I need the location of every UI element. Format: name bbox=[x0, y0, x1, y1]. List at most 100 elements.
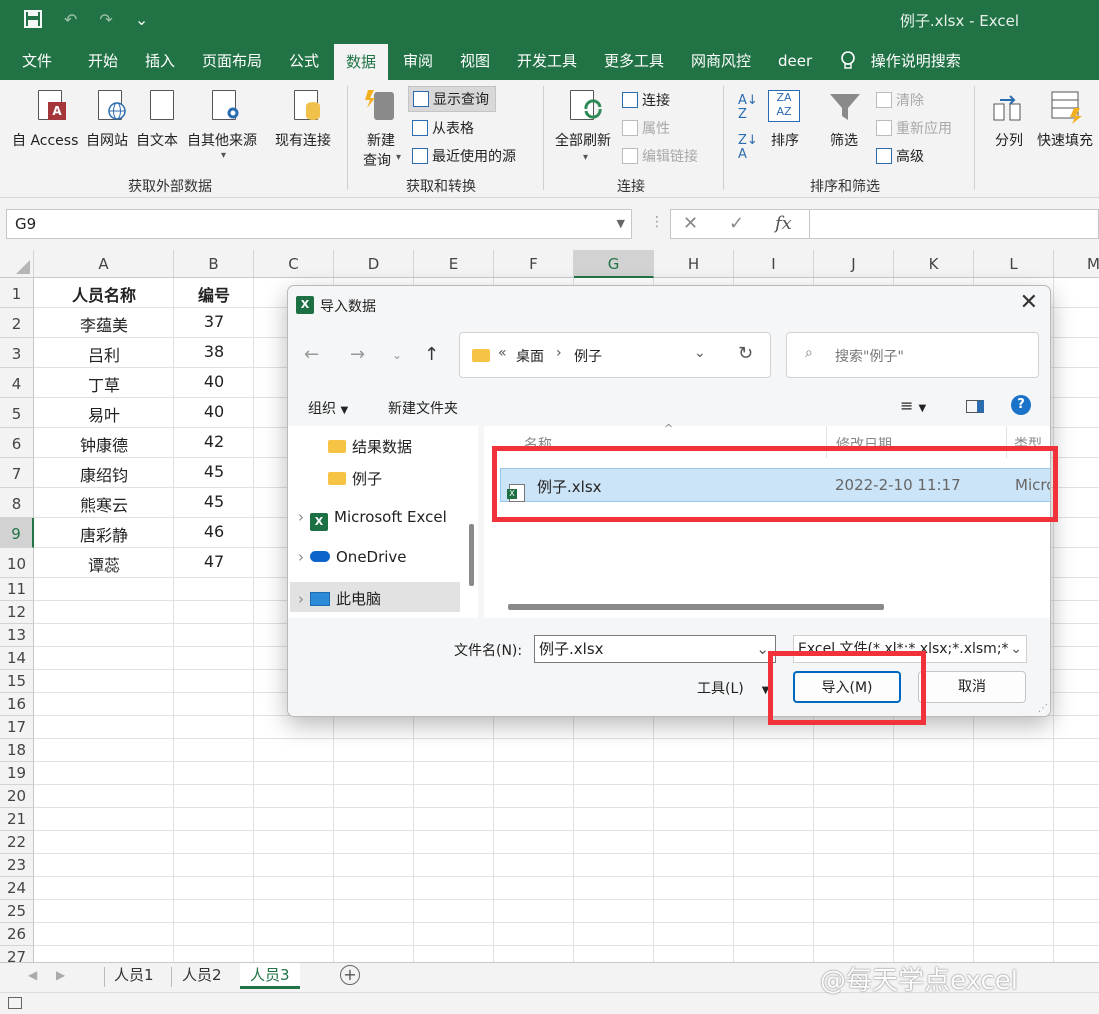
cancel-icon[interactable]: ✕ bbox=[683, 213, 698, 234]
new-query-label-2[interactable]: 查询 bbox=[363, 150, 391, 170]
chevron-down-icon[interactable]: ⌄ bbox=[1008, 636, 1022, 662]
cell-a6[interactable]: 钟康德 bbox=[34, 432, 174, 456]
nav-scrollbar[interactable] bbox=[469, 524, 474, 586]
existing-connections-button[interactable]: 现有连接 bbox=[275, 130, 331, 150]
advanced-button[interactable]: 高级 bbox=[876, 146, 924, 166]
column-header-d[interactable]: D bbox=[334, 250, 414, 278]
address-bar[interactable]: « 桌面 › 例子 ⌄ ↻ bbox=[459, 332, 771, 378]
cell-a1[interactable]: 人员名称 bbox=[34, 282, 174, 306]
view-options-icon[interactable]: ≡ ▼ bbox=[900, 396, 926, 415]
row-header-14[interactable]: 14 bbox=[0, 647, 34, 670]
sheet-tab-1[interactable]: 人员1 bbox=[114, 963, 154, 989]
cell-a8[interactable]: 熊寒云 bbox=[34, 492, 174, 516]
row-header-24[interactable]: 24 bbox=[0, 877, 34, 900]
column-header-g[interactable]: G bbox=[574, 250, 654, 278]
undo-icon[interactable]: ↶ bbox=[64, 10, 77, 32]
cell-b5[interactable]: 40 bbox=[174, 402, 254, 421]
sheet-tab-3[interactable]: 人员3 bbox=[240, 963, 300, 989]
from-text-button[interactable]: 自文本 bbox=[136, 130, 178, 150]
nav-item-result-data[interactable]: 结果数据 bbox=[328, 436, 412, 457]
select-all-corner[interactable] bbox=[0, 250, 34, 278]
row-header-19[interactable]: 19 bbox=[0, 762, 34, 785]
search-box[interactable]: ⌕ 搜索"例子" bbox=[786, 332, 1039, 378]
edit-links-button[interactable]: 编辑链接 bbox=[622, 146, 698, 166]
tab-insert[interactable]: 插入 bbox=[145, 42, 175, 80]
row-header-23[interactable]: 23 bbox=[0, 854, 34, 877]
row-header-1[interactable]: 1 bbox=[0, 278, 34, 308]
row-header-25[interactable]: 25 bbox=[0, 900, 34, 923]
tab-developer[interactable]: 开发工具 bbox=[517, 42, 577, 80]
tab-page-layout[interactable]: 页面布局 bbox=[202, 42, 262, 80]
row-header-11[interactable]: 11 bbox=[0, 578, 34, 601]
cell-a5[interactable]: 易叶 bbox=[34, 402, 174, 426]
show-queries-button[interactable]: 显示查询 bbox=[408, 86, 496, 112]
column-header-m[interactable]: M bbox=[1054, 250, 1099, 278]
search-input[interactable]: 搜索"例子" bbox=[835, 346, 904, 366]
tab-view[interactable]: 视图 bbox=[460, 42, 490, 80]
row-header-9[interactable]: 9 bbox=[0, 518, 34, 548]
close-icon[interactable]: ✕ bbox=[1020, 290, 1038, 315]
tools-button[interactable]: 工具(L) ▼ bbox=[697, 678, 769, 698]
redo-icon[interactable]: ↷ bbox=[99, 10, 112, 32]
help-icon[interactable]: ? bbox=[1011, 395, 1031, 415]
row-header-5[interactable]: 5 bbox=[0, 398, 34, 428]
name-box[interactable]: G9 ▼ bbox=[6, 209, 632, 239]
nav-item-this-pc[interactable]: › 此电脑 bbox=[290, 582, 460, 612]
nav-item-example[interactable]: 例子 bbox=[328, 468, 382, 489]
new-folder-button[interactable]: 新建文件夹 bbox=[388, 398, 458, 418]
breadcrumb-desktop[interactable]: 桌面 bbox=[516, 346, 544, 366]
column-header-h[interactable]: H bbox=[654, 250, 734, 278]
resize-grip-icon[interactable]: ⋰ bbox=[1038, 703, 1048, 714]
column-header-k[interactable]: K bbox=[894, 250, 974, 278]
row-header-22[interactable]: 22 bbox=[0, 831, 34, 854]
refresh-icon[interactable]: ↻ bbox=[738, 343, 753, 364]
row-header-12[interactable]: 12 bbox=[0, 601, 34, 624]
cell-b6[interactable]: 42 bbox=[174, 432, 254, 451]
column-header-l[interactable]: L bbox=[974, 250, 1054, 278]
row-header-16[interactable]: 16 bbox=[0, 693, 34, 716]
row-header-2[interactable]: 2 bbox=[0, 308, 34, 338]
save-icon[interactable] bbox=[24, 10, 42, 32]
enter-icon[interactable]: ✓ bbox=[729, 213, 744, 234]
preview-pane-icon[interactable] bbox=[966, 400, 984, 417]
chevron-down-icon[interactable]: ⌄ bbox=[694, 345, 706, 361]
add-sheet-icon[interactable]: + bbox=[340, 965, 360, 985]
properties-button[interactable]: 属性 bbox=[622, 118, 670, 138]
column-header-j[interactable]: J bbox=[814, 250, 894, 278]
row-header-8[interactable]: 8 bbox=[0, 488, 34, 518]
cell-a7[interactable]: 康绍钧 bbox=[34, 462, 174, 486]
row-header-15[interactable]: 15 bbox=[0, 670, 34, 693]
macro-record-icon[interactable] bbox=[8, 997, 22, 1009]
new-query-label-1[interactable]: 新建 bbox=[367, 130, 395, 150]
cell-a3[interactable]: 吕利 bbox=[34, 342, 174, 366]
connections-button[interactable]: 连接 bbox=[622, 90, 670, 110]
horizontal-scrollbar[interactable] bbox=[508, 604, 884, 610]
tab-risk-control[interactable]: 网商风控 bbox=[691, 42, 751, 80]
sort-button[interactable]: 排序 bbox=[771, 130, 799, 150]
refresh-all-button[interactable]: 全部刷新 bbox=[555, 130, 611, 150]
cell-a2[interactable]: 李蕴美 bbox=[34, 312, 174, 336]
cell-b8[interactable]: 45 bbox=[174, 492, 254, 511]
cell-b9[interactable]: 46 bbox=[174, 522, 254, 541]
customize-qat-icon[interactable]: ⌄ bbox=[135, 10, 148, 32]
column-header-e[interactable]: E bbox=[414, 250, 494, 278]
clear-button[interactable]: 清除 bbox=[876, 90, 924, 110]
cell-a10[interactable]: 谭蕊 bbox=[34, 552, 174, 576]
text-to-columns-button[interactable]: 分列 bbox=[995, 130, 1023, 150]
recent-locations-icon[interactable]: ⌄ bbox=[392, 348, 402, 362]
forward-icon[interactable]: → bbox=[350, 344, 365, 365]
tab-home[interactable]: 开始 bbox=[88, 42, 118, 80]
column-header-f[interactable]: F bbox=[494, 250, 574, 278]
recent-sources-button[interactable]: 最近使用的源 bbox=[412, 146, 516, 166]
column-header-a[interactable]: A bbox=[34, 250, 174, 278]
row-header-21[interactable]: 21 bbox=[0, 808, 34, 831]
cell-b10[interactable]: 47 bbox=[174, 552, 254, 571]
row-header-18[interactable]: 18 bbox=[0, 739, 34, 762]
row-header-26[interactable]: 26 bbox=[0, 923, 34, 946]
tell-me-search[interactable]: 操作说明搜索 bbox=[840, 42, 961, 80]
tab-formulas[interactable]: 公式 bbox=[289, 42, 319, 80]
row-header-20[interactable]: 20 bbox=[0, 785, 34, 808]
row-header-13[interactable]: 13 bbox=[0, 624, 34, 647]
formula-input[interactable] bbox=[810, 209, 1099, 239]
from-access-button[interactable]: 自 Access bbox=[12, 130, 78, 150]
